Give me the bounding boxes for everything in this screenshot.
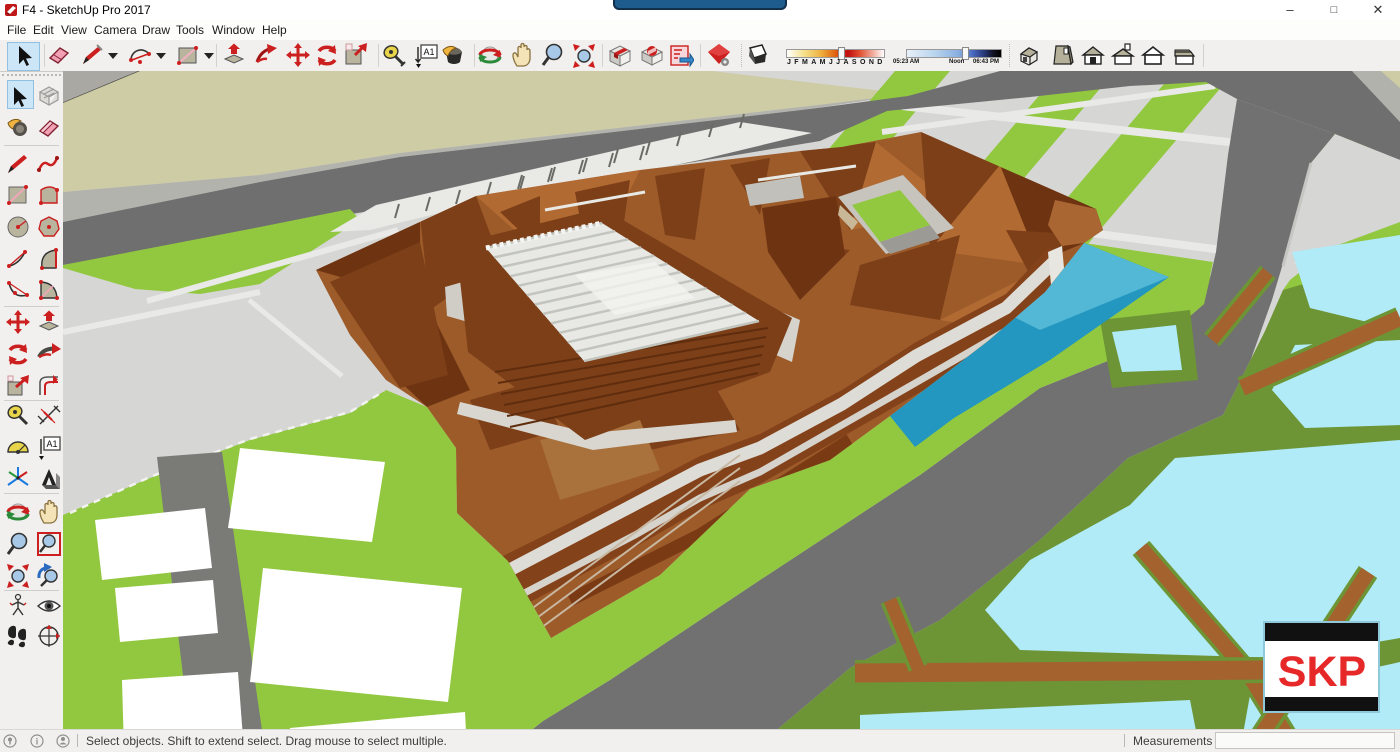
- svg-text:A1: A1: [423, 47, 434, 57]
- svg-text:SKP: SKP: [1278, 648, 1366, 696]
- svg-text:A1: A1: [46, 439, 57, 449]
- svg-text:i: i: [36, 737, 39, 747]
